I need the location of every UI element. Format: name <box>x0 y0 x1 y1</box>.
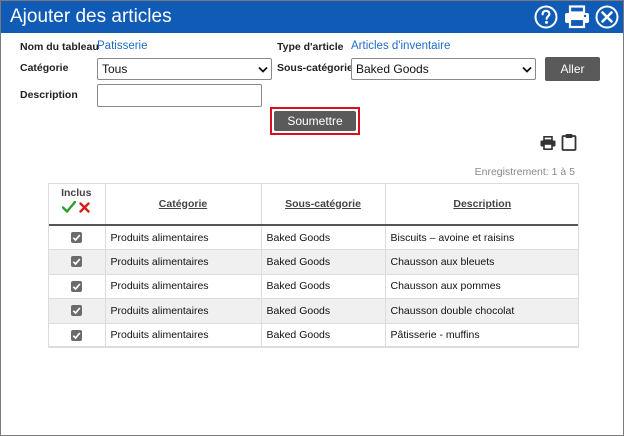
subcategory-cell: Baked Goods <box>261 274 386 299</box>
include-cell <box>48 274 106 299</box>
header-included-label: Inclus <box>61 187 92 199</box>
subcategory-label: Sous-catégorie <box>277 62 353 74</box>
print-icon[interactable] <box>563 5 591 29</box>
include-cell <box>48 249 106 275</box>
header-included: Inclus <box>48 183 106 226</box>
subcategory-cell: Baked Goods <box>261 298 386 324</box>
row-checkbox[interactable] <box>70 280 82 292</box>
item-type-label: Type d'article <box>277 41 344 53</box>
category-cell: Produits alimentaires <box>105 323 262 348</box>
item-type-value[interactable]: Articles d'inventaire <box>351 40 450 52</box>
include-cell <box>48 323 106 348</box>
table-name-label: Nom du tableau <box>20 41 99 53</box>
description-cell: Biscuits – avoine et raisins <box>385 225 579 250</box>
header-subcategory[interactable]: Sous-catégorie <box>261 183 386 226</box>
dialog-title: Ajouter des articles <box>10 6 172 27</box>
description-cell: Chausson aux pommes <box>385 274 579 299</box>
table-row: Produits alimentaires Baked Goods Biscui… <box>48 225 579 250</box>
row-checkbox[interactable] <box>70 232 82 244</box>
go-button[interactable]: Aller <box>545 57 600 81</box>
print-list-icon[interactable] <box>540 136 556 153</box>
add-items-dialog: Ajouter des articles Nom du tableau Pati… <box>0 0 624 436</box>
row-checkbox[interactable] <box>70 305 82 317</box>
chevron-down-icon <box>258 66 268 73</box>
subcategory-select[interactable]: Baked Goods <box>351 58 536 80</box>
category-select-value: Tous <box>102 62 128 76</box>
header-description[interactable]: Description <box>385 183 579 226</box>
category-cell: Produits alimentaires <box>105 274 262 299</box>
description-input[interactable] <box>97 84 262 107</box>
submit-button-highlight: Soumettre <box>270 107 360 135</box>
category-label: Catégorie <box>20 62 69 74</box>
items-table: Inclus Catégorie Sous-catégorie Descript… <box>48 183 579 348</box>
include-cell <box>48 298 106 324</box>
cross-icon[interactable] <box>79 201 90 216</box>
description-cell: Chausson double chocolat <box>385 298 579 324</box>
clipboard-icon[interactable] <box>561 133 577 154</box>
description-cell: Pâtisserie - muffins <box>385 323 579 348</box>
row-checkbox[interactable] <box>70 329 82 341</box>
category-cell: Produits alimentaires <box>105 298 262 324</box>
checkmark-icon[interactable] <box>62 200 77 216</box>
description-label: Description <box>20 89 78 101</box>
description-cell: Chausson aux bleuets <box>385 249 579 275</box>
table-row: Produits alimentaires Baked Goods Chauss… <box>48 249 579 275</box>
table-row: Produits alimentaires Baked Goods Pâtiss… <box>48 323 579 348</box>
subcategory-cell: Baked Goods <box>261 225 386 250</box>
table-name-value[interactable]: Patisserie <box>97 40 148 52</box>
help-icon[interactable] <box>534 5 558 29</box>
table-row: Produits alimentaires Baked Goods Chauss… <box>48 274 579 299</box>
chevron-down-icon <box>522 66 532 73</box>
close-icon[interactable] <box>595 5 619 29</box>
include-cell <box>48 225 106 250</box>
submit-button[interactable]: Soumettre <box>274 111 356 131</box>
record-count: Enregistrement: 1 à 5 <box>474 166 575 178</box>
row-checkbox[interactable] <box>70 256 82 268</box>
category-select[interactable]: Tous <box>97 58 272 80</box>
table-row: Produits alimentaires Baked Goods Chauss… <box>48 298 579 324</box>
category-cell: Produits alimentaires <box>105 225 262 250</box>
subcategory-select-value: Baked Goods <box>356 62 429 76</box>
subcategory-cell: Baked Goods <box>261 323 386 348</box>
title-bar: Ajouter des articles <box>1 1 623 33</box>
category-cell: Produits alimentaires <box>105 249 262 275</box>
header-category[interactable]: Catégorie <box>105 183 262 226</box>
table-header-row: Inclus Catégorie Sous-catégorie Descript… <box>48 183 579 226</box>
subcategory-cell: Baked Goods <box>261 249 386 275</box>
